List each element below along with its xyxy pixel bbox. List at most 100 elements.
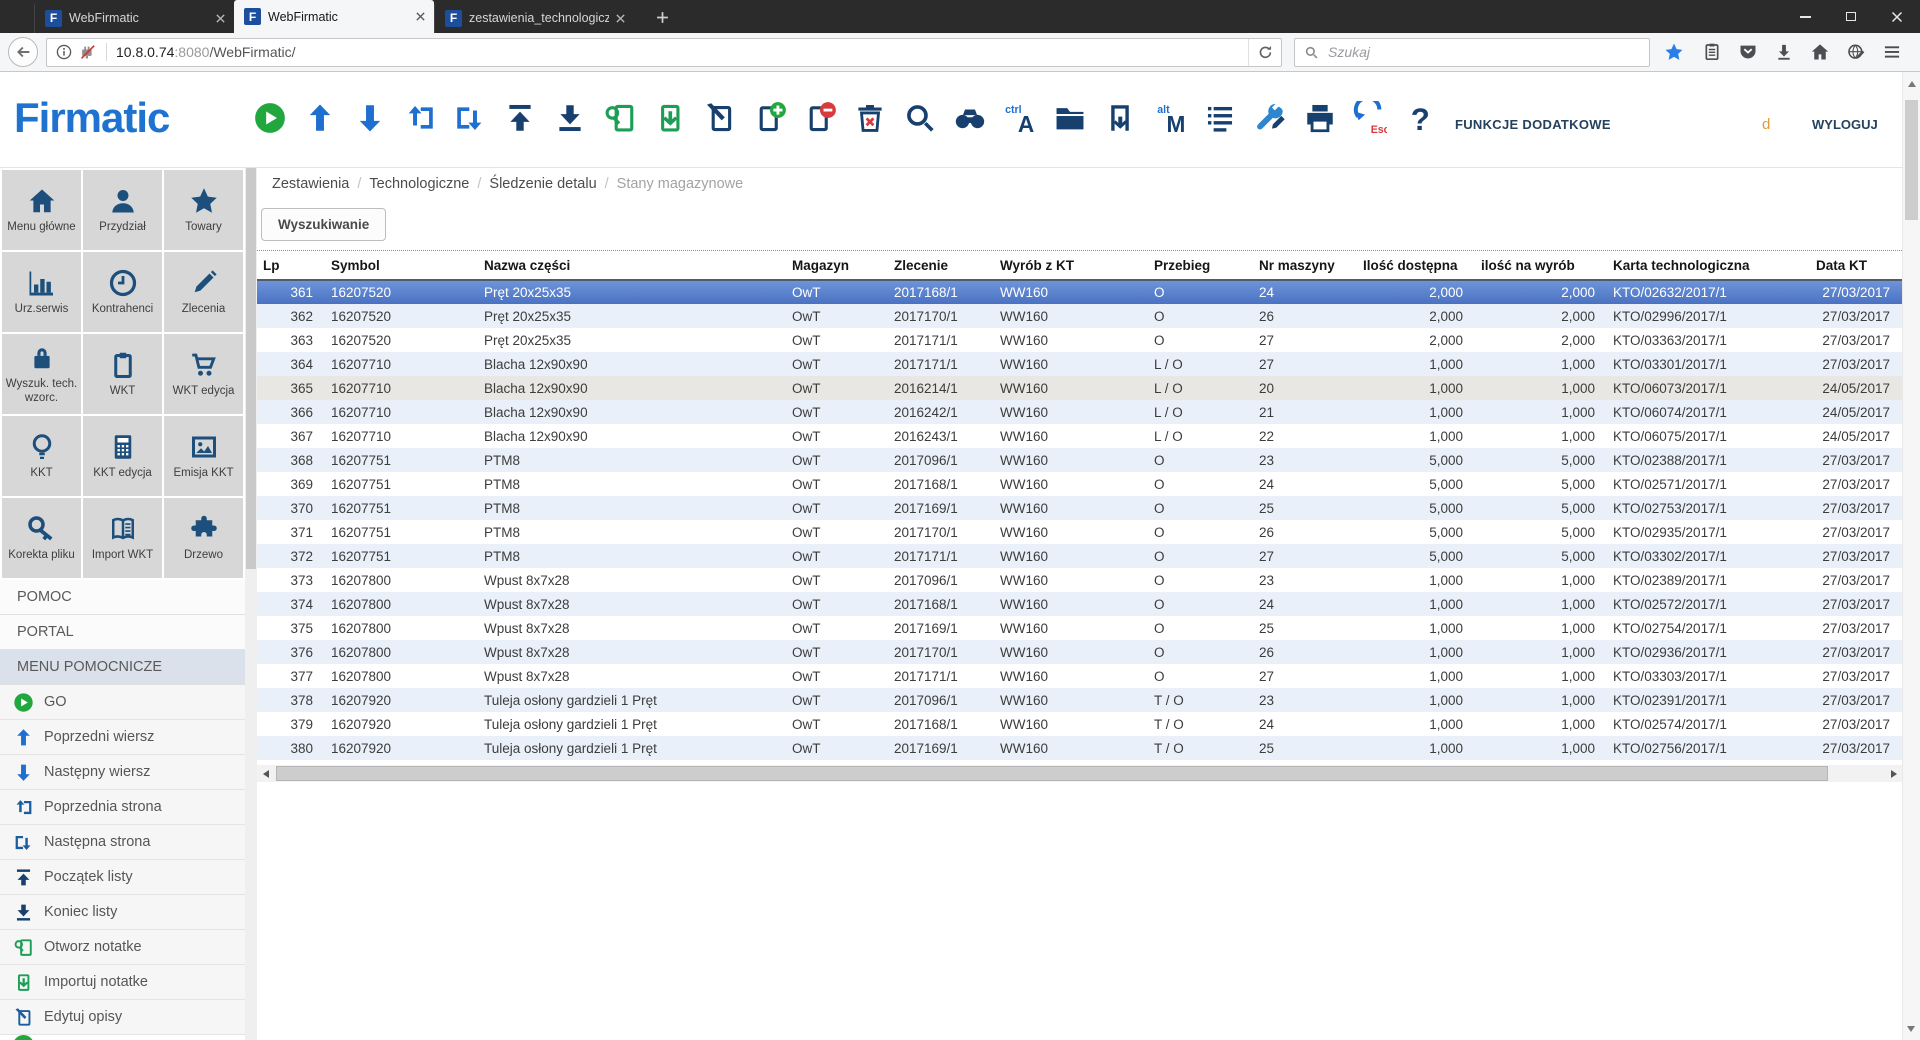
menu-item-nastepny-wiersz[interactable]: Następny wiersz	[0, 755, 245, 790]
sidebar-tile-przydzial[interactable]: Przydział	[83, 170, 162, 250]
previous-row-icon[interactable]	[303, 101, 337, 135]
menu-item-nastepna-strona[interactable]: Następna strona	[0, 825, 245, 860]
table-row[interactable]: 373 16207800 Wpust 8x7x28 OwT 2017096/1 …	[257, 568, 1902, 592]
site-info-icon[interactable]	[55, 43, 73, 61]
scroll-right-arrow[interactable]	[1885, 765, 1902, 782]
downloads-icon[interactable]	[1774, 42, 1794, 62]
table-row[interactable]: 367 16207710 Blacha 12x90x90 OwT 2016243…	[257, 424, 1902, 448]
column-header[interactable]: Nr maszyny	[1253, 251, 1357, 280]
print-icon[interactable]	[1303, 101, 1337, 135]
sidebar-tile-wyszuk-tech[interactable]: Wyszuk. tech. wzorc.	[2, 334, 81, 414]
sidebar-scrollbar-thumb[interactable]	[246, 168, 256, 569]
next-row-icon[interactable]	[353, 101, 387, 135]
menu-item-poprzedni-wiersz[interactable]: Poprzedni wiersz	[0, 720, 245, 755]
breadcrumb-stany-magazynowe[interactable]: Stany magazynowe	[617, 176, 744, 192]
sidebar-tile-towary[interactable]: Towary	[164, 170, 243, 250]
remove-record-icon[interactable]	[803, 101, 837, 135]
sidebar-tile-kontrahenci[interactable]: Kontrahenci	[83, 252, 162, 332]
alt-m-icon[interactable]	[1153, 101, 1187, 135]
sidebar-tile-zlecenia[interactable]: Zlecenia	[164, 252, 243, 332]
breadcrumb-technologiczne[interactable]: Technologiczne	[369, 176, 489, 192]
table-row[interactable]: 374 16207800 Wpust 8x7x28 OwT 2017168/1 …	[257, 592, 1902, 616]
horizontal-scrollbar[interactable]	[257, 765, 1902, 782]
list-icon[interactable]	[1203, 101, 1237, 135]
menu-item-koniec-listy[interactable]: Koniec listy	[0, 895, 245, 930]
tools-icon[interactable]	[1253, 101, 1287, 135]
tab-close-icon[interactable]	[215, 13, 226, 24]
table-row[interactable]: 377 16207800 Wpust 8x7x28 OwT 2017171/1 …	[257, 664, 1902, 688]
import-note-icon[interactable]	[653, 101, 687, 135]
sidebar-item-portal[interactable]: PORTAL	[0, 615, 245, 650]
column-header[interactable]: Nazwa części	[478, 251, 786, 280]
table-row[interactable]: 361 16207520 Pręt 20x25x35 OwT 2017168/1…	[257, 280, 1902, 304]
table-row[interactable]: 375 16207800 Wpust 8x7x28 OwT 2017169/1 …	[257, 616, 1902, 640]
select-all-ctrl-a-icon[interactable]	[1003, 101, 1037, 135]
table-row[interactable]: 362 16207520 Pręt 20x25x35 OwT 2017170/1…	[257, 304, 1902, 328]
help-icon[interactable]	[1403, 101, 1437, 135]
scroll-left-arrow[interactable]	[257, 765, 274, 782]
reload-button[interactable]	[1248, 39, 1281, 66]
table-row[interactable]: 365 16207710 Blacha 12x90x90 OwT 2016214…	[257, 376, 1902, 400]
table-row[interactable]: 378 16207920 Tuleja osłony gardzieli 1 P…	[257, 688, 1902, 712]
vertical-scrollbar[interactable]	[1902, 72, 1920, 1040]
firmatic-logo[interactable]: Firmatic	[14, 94, 169, 142]
column-header[interactable]: Zlecenie	[888, 251, 994, 280]
go-icon[interactable]	[253, 101, 287, 135]
sidebar-tile-menu-glowne[interactable]: Menu główne	[2, 170, 81, 250]
menu-item-otworz-notatke[interactable]: Otworz notatke	[0, 930, 245, 965]
table-row[interactable]: 379 16207920 Tuleja osłony gardzieli 1 P…	[257, 712, 1902, 736]
sidebar-item-menu-pomocnicze[interactable]: MENU POMOCNICZE	[0, 650, 245, 685]
menu-item-go[interactable]: GO	[0, 685, 245, 720]
column-header[interactable]: ilość na wyrób	[1475, 251, 1607, 280]
logout-button[interactable]: WYLOGUJ	[1812, 117, 1878, 132]
breadcrumb-zestawienia[interactable]: Zestawienia	[272, 176, 369, 192]
list-start-icon[interactable]	[503, 101, 537, 135]
menu-item-importuj-notatke[interactable]: Importuj notatke	[0, 965, 245, 1000]
browser-tab-webfirmatic-1[interactable]: F WebFirmatic	[34, 3, 234, 33]
back-button[interactable]	[8, 37, 38, 67]
column-header[interactable]: Magazyn	[786, 251, 888, 280]
table-row[interactable]: 376 16207800 Wpust 8x7x28 OwT 2017170/1 …	[257, 640, 1902, 664]
sidebar-tile-kkt-edycja[interactable]: KKT edycja	[83, 416, 162, 496]
breadcrumb-sledzenie-detalu[interactable]: Śledzenie detalu	[489, 176, 616, 192]
folder-icon[interactable]	[1053, 101, 1087, 135]
sidebar-tile-drzewo[interactable]: Drzewo	[164, 498, 243, 578]
list-end-icon[interactable]	[553, 101, 587, 135]
table-row[interactable]: 380 16207920 Tuleja osłony gardzieli 1 P…	[257, 736, 1902, 760]
pocket-icon[interactable]	[1738, 42, 1758, 62]
maximize-button[interactable]	[1828, 0, 1874, 33]
search-icon[interactable]	[903, 101, 937, 135]
sidebar-tile-emisja-kkt[interactable]: Emisja KKT	[164, 416, 243, 496]
sidebar-tile-import-wkt[interactable]: Import WKT	[83, 498, 162, 578]
bookmark-star-icon[interactable]	[1664, 42, 1684, 62]
table-row[interactable]: 369 16207751 PTM8 OwT 2017168/1 WW160 O …	[257, 472, 1902, 496]
search-button[interactable]: Wyszukiwanie	[261, 208, 386, 241]
sidebar-tile-wkt-edycja[interactable]: WKT edycja	[164, 334, 243, 414]
delete-trash-icon[interactable]	[853, 101, 887, 135]
column-header[interactable]: Data KT	[1810, 251, 1902, 280]
library-icon[interactable]	[1702, 42, 1722, 62]
close-button[interactable]	[1874, 0, 1920, 33]
new-tab-button[interactable]	[648, 5, 676, 29]
sidebar-item-pomoc[interactable]: POMOC	[0, 580, 245, 615]
sidebar-tile-wkt[interactable]: WKT	[83, 334, 162, 414]
table-row[interactable]: 364 16207710 Blacha 12x90x90 OwT 2017171…	[257, 352, 1902, 376]
vertical-scrollbar-thumb[interactable]	[1905, 100, 1918, 220]
horizontal-scrollbar-thumb[interactable]	[276, 766, 1828, 781]
column-header[interactable]: Przebieg	[1148, 251, 1253, 280]
url-bar[interactable]: 10.8.0.74:8080/WebFirmatic/	[46, 38, 1282, 67]
previous-page-icon[interactable]	[403, 101, 437, 135]
table-row[interactable]: 363 16207520 Pręt 20x25x35 OwT 2017171/1…	[257, 328, 1902, 352]
edit-descriptions-icon[interactable]	[703, 101, 737, 135]
tab-close-icon[interactable]	[615, 13, 626, 24]
column-header[interactable]: Symbol	[325, 251, 478, 280]
plugin-blocked-icon[interactable]	[79, 43, 97, 61]
menu-item-edytuj-opisy[interactable]: Edytuj opisy	[0, 1000, 245, 1035]
scroll-up-arrow[interactable]	[1908, 81, 1916, 87]
scroll-down-arrow[interactable]	[1907, 1026, 1915, 1032]
binoculars-icon[interactable]	[953, 101, 987, 135]
sidebar-scrollbar[interactable]	[245, 168, 257, 1040]
url-text[interactable]: 10.8.0.74:8080/WebFirmatic/	[116, 44, 296, 60]
extension-globe-icon[interactable]	[1846, 42, 1866, 62]
add-record-icon[interactable]	[753, 101, 787, 135]
